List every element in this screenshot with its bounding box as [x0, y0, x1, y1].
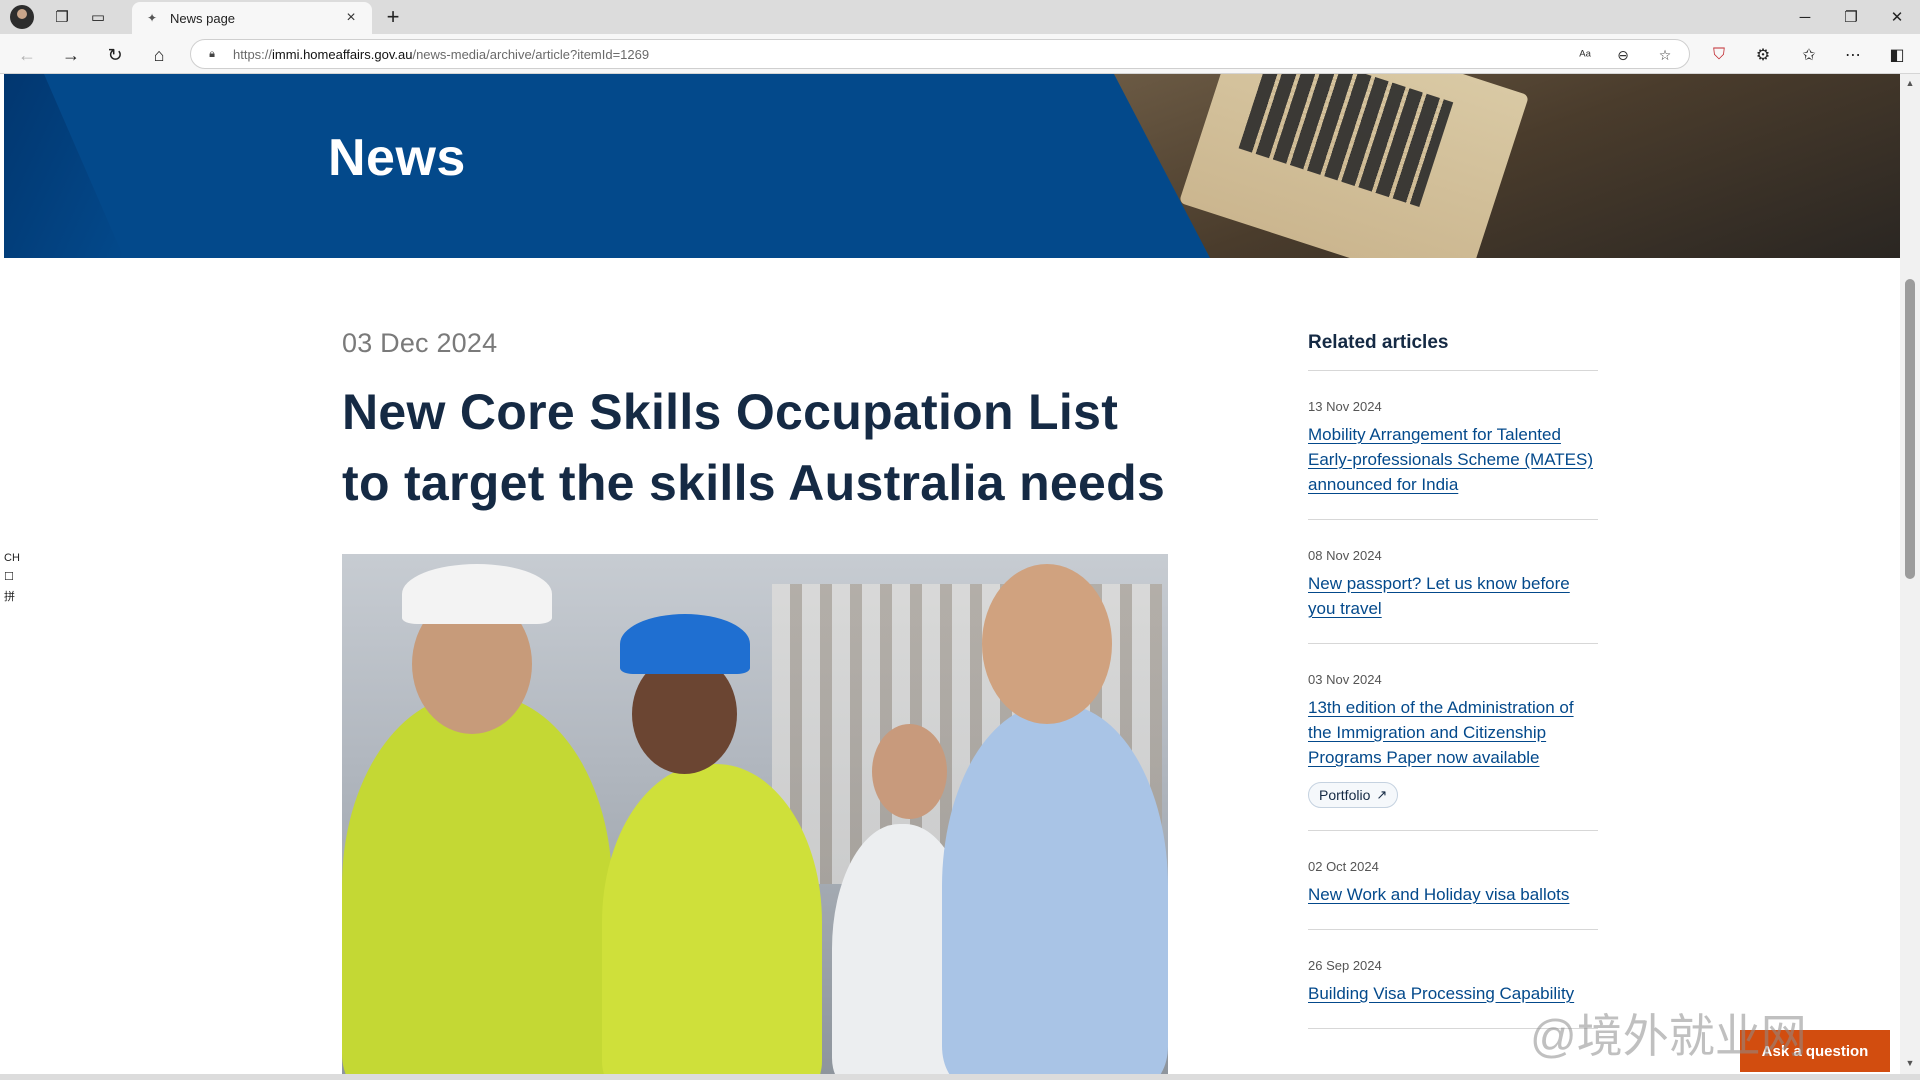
- favorite-star-icon[interactable]: ☆: [1653, 43, 1677, 67]
- profile-avatar[interactable]: [10, 5, 34, 29]
- forward-button[interactable]: →: [58, 42, 84, 68]
- hero-laptop-image: [1114, 74, 1900, 258]
- related-article-date: 26 Sep 2024: [1308, 958, 1382, 973]
- tab-news-page[interactable]: ✦ News page ×: [132, 2, 372, 34]
- minimize-button[interactable]: ─: [1782, 0, 1828, 34]
- url-host: immi.homeaffairs.gov.au: [272, 46, 413, 62]
- url-path: /news-media/archive/article?itemId=1269: [412, 46, 650, 62]
- window-bottom-edge: [0, 1074, 1920, 1080]
- keyboard-keys-image: [1238, 74, 1454, 208]
- read-aloud-icon[interactable]: ᴬᵃ: [1573, 43, 1597, 67]
- workspaces-icon[interactable]: ❐: [50, 5, 74, 29]
- related-article: 08 Nov 2024 New passport? Let us know be…: [1308, 520, 1598, 644]
- news-hero-banner: News: [4, 74, 1900, 258]
- laptop-image: [1178, 74, 1530, 258]
- man-right-image: [942, 704, 1168, 1074]
- related-article: 03 Nov 2024 13th edition of the Administ…: [1308, 644, 1598, 831]
- related-article: 13 Nov 2024 Mobility Arrangement for Tal…: [1308, 371, 1598, 520]
- related-article-link[interactable]: 13th edition of the Administration of th…: [1308, 698, 1574, 767]
- article-header: 03 Dec 2024 New Core Skills Occupation L…: [342, 328, 1172, 519]
- related-article-link[interactable]: New passport? Let us know before you tra…: [1308, 574, 1570, 618]
- url-protocol: https://: [233, 46, 273, 62]
- related-article-date: 03 Nov 2024: [1308, 672, 1382, 687]
- worker-middle-helmet-image: [620, 614, 750, 674]
- scroll-up-icon[interactable]: ▲: [1904, 78, 1916, 90]
- worker-left-image: [342, 694, 612, 1074]
- ime-language-label: CH: [4, 552, 20, 564]
- sidebar-toggle-icon[interactable]: ◧: [1884, 42, 1910, 68]
- portfolio-tag-label: Portfolio: [1319, 787, 1371, 803]
- close-window-button[interactable]: ✕: [1874, 0, 1920, 34]
- related-article-date: 13 Nov 2024: [1308, 399, 1382, 414]
- ime-pinyin-icon: 拼: [4, 591, 15, 603]
- vertical-tabs-icon[interactable]: ▭: [86, 5, 110, 29]
- worker-left-helmet-image: [402, 564, 552, 624]
- page-scrollbar[interactable]: ▲ ▼: [1900, 74, 1920, 1074]
- scroll-down-icon[interactable]: ▼: [1904, 1058, 1916, 1070]
- extensions-icon[interactable]: ⚙: [1750, 42, 1776, 68]
- page-viewport: News CH ☐ 拼 03 Dec 2024 New Core Skills …: [4, 74, 1900, 1074]
- new-tab-button[interactable]: +: [380, 4, 406, 30]
- scrollbar-thumb[interactable]: [1905, 279, 1915, 579]
- back-button[interactable]: ←: [14, 42, 40, 68]
- tab-close-icon[interactable]: ×: [342, 9, 360, 27]
- restore-button[interactable]: ❐: [1828, 0, 1874, 34]
- tab-title: News page: [170, 10, 236, 26]
- watermark-text: @境外就业网: [1530, 1010, 1807, 1062]
- man-right-head-image: [982, 564, 1112, 724]
- ime-mode-icon: ☐: [4, 571, 14, 583]
- ime-indicator[interactable]: CH ☐ 拼: [4, 552, 24, 606]
- lock-icon[interactable]: 🔒︎: [205, 47, 219, 61]
- woman-head-image: [872, 724, 947, 819]
- shield-extension-icon[interactable]: ⛉: [1706, 42, 1732, 68]
- home-button[interactable]: ⌂: [146, 42, 172, 68]
- related-article: 02 Oct 2024 New Work and Holiday visa ba…: [1308, 831, 1598, 930]
- page-title: News: [328, 129, 466, 187]
- related-articles: Related articles 13 Nov 2024 Mobility Ar…: [1308, 332, 1598, 1029]
- worker-middle-image: [602, 764, 822, 1074]
- site-favicon-icon: ✦: [146, 11, 158, 25]
- related-article-date: 02 Oct 2024: [1308, 859, 1379, 874]
- related-article-link[interactable]: New Work and Holiday visa ballots: [1308, 885, 1569, 904]
- zoom-icon[interactable]: ⊖: [1611, 43, 1635, 67]
- related-articles-title: Related articles: [1308, 332, 1598, 371]
- favorites-icon[interactable]: ✩: [1796, 42, 1822, 68]
- article-headline: New Core Skills Occupation List to targe…: [342, 384, 1166, 511]
- external-arrow-icon: ↗: [1376, 787, 1388, 802]
- related-article-date: 08 Nov 2024: [1308, 548, 1382, 563]
- browser-tab-strip: ❐ ▭ ✦ News page × + ─ ❐ ✕: [0, 0, 1920, 34]
- browser-toolbar: ← → ↻ ⌂ 🔒︎ https://immi.homeaffairs.gov.…: [0, 34, 1920, 74]
- reload-button[interactable]: ↻: [102, 42, 128, 68]
- address-bar[interactable]: 🔒︎ https://immi.homeaffairs.gov.au/news-…: [190, 39, 1690, 69]
- article-date: 03 Dec 2024: [342, 328, 498, 358]
- article-hero-photo: [342, 554, 1168, 1074]
- related-article-link[interactable]: Mobility Arrangement for Talented Early-…: [1308, 425, 1593, 494]
- hero-shade-shape: [4, 74, 124, 258]
- more-menu-icon[interactable]: ⋯: [1840, 42, 1866, 68]
- portfolio-tag[interactable]: Portfolio ↗: [1308, 782, 1399, 808]
